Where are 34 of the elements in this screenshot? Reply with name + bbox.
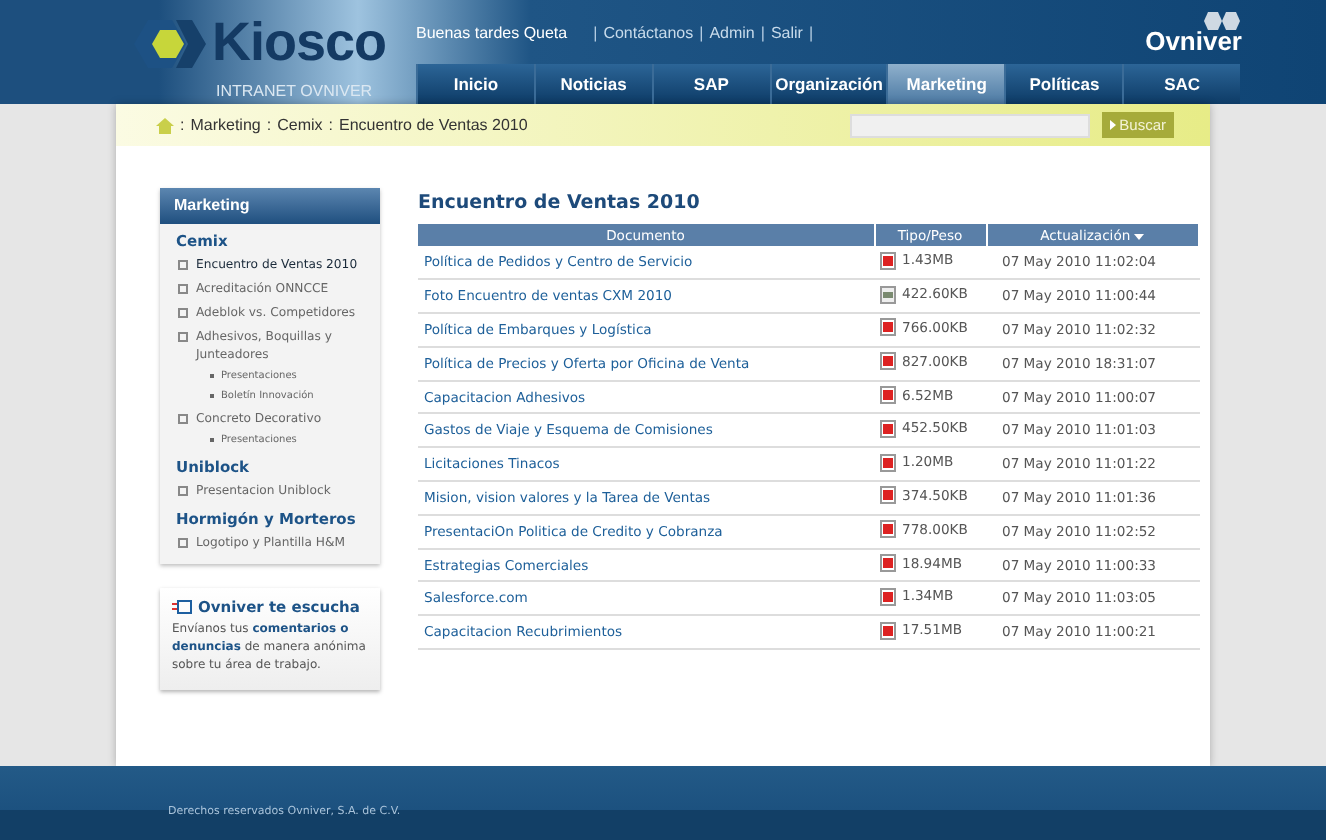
sidebar-title: Marketing — [160, 188, 380, 224]
message-icon — [172, 600, 192, 614]
home-icon — [156, 117, 174, 133]
nav-tab[interactable]: Políticas — [1004, 64, 1123, 104]
header-link[interactable]: Contáctanos — [603, 23, 694, 41]
link-separator: | — [808, 23, 814, 41]
breadcrumb-item[interactable]: Cemix — [277, 116, 323, 134]
content-title: Encuentro de Ventas 2010 — [418, 192, 702, 214]
breadcrumb-item: Encuentro de Ventas 2010 — [339, 116, 528, 134]
logo-subtitle: INTRANET OVNIVER — [216, 82, 375, 100]
nav-tab[interactable]: Inicio — [416, 64, 534, 104]
logo-icon — [132, 17, 208, 69]
header-link[interactable]: Admin — [709, 23, 755, 41]
brand-logo: Ovniver — [1145, 29, 1242, 53]
nav-tab[interactable]: Organización — [769, 64, 887, 104]
header-link[interactable]: Salir — [770, 23, 803, 41]
breadcrumb-separator: : — [180, 116, 185, 134]
logo-text: Kiosco — [212, 16, 387, 70]
breadcrumb-separator: : — [266, 116, 272, 134]
breadcrumb-separator: : — [328, 116, 333, 134]
image-file-icon — [880, 285, 896, 304]
sort-icon — [1134, 233, 1145, 239]
nav-tab[interactable]: Noticias — [533, 64, 652, 104]
nav-tab[interactable]: SAP — [651, 64, 770, 104]
search-field[interactable] — [849, 113, 1090, 137]
brand-icon — [1202, 11, 1242, 29]
link-separator: | — [593, 23, 598, 41]
play-icon — [1109, 120, 1116, 130]
greeting-text: Buenas tardes Queta — [416, 23, 568, 41]
link-separator: | — [699, 23, 704, 41]
pdf-file-icon — [880, 251, 896, 270]
nav-tab[interactable]: SAC — [1122, 64, 1241, 104]
link-separator: | — [760, 23, 765, 41]
breadcrumb-item[interactable]: Marketing — [190, 116, 261, 134]
